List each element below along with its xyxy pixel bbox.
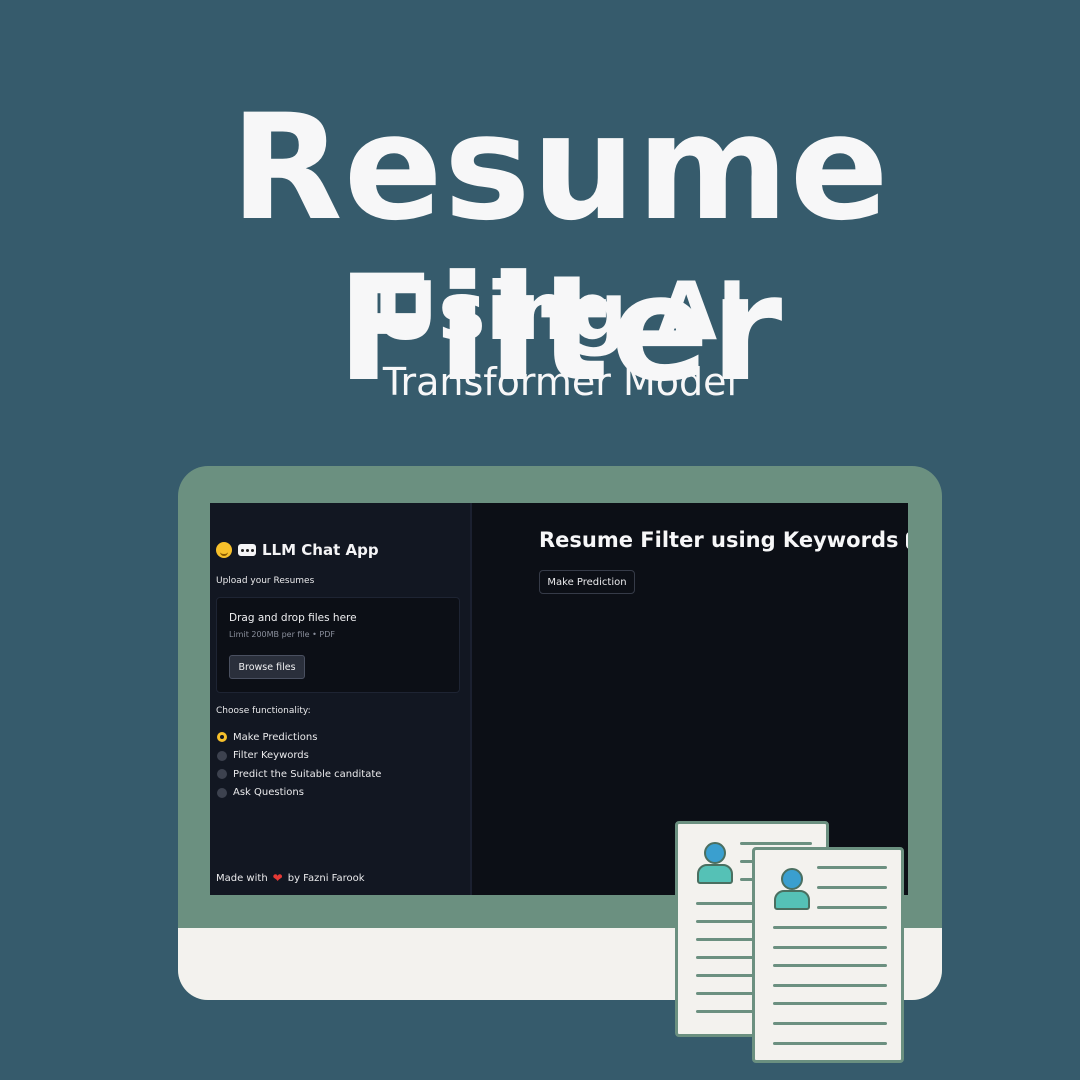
radio-selected-icon[interactable] [217,732,227,743]
functionality-label: Choose functionality: [216,706,311,716]
main-title-text: Resume Filter using Keywords [539,528,899,552]
browse-files-button[interactable]: Browse files [229,655,305,679]
radio-unselected-icon[interactable] [217,750,227,761]
footer-credit: Made with ❤ by Fazni Farook [216,871,365,885]
radio-label: Make Predictions [233,731,318,743]
file-dropzone[interactable]: Drag and drop files here Limit 200MB per… [216,597,460,693]
radio-unselected-icon[interactable] [217,769,227,780]
hugging-face-emoji-icon [216,542,232,558]
radio-option-predict-candidate[interactable]: Predict the Suitable canditate [217,765,381,784]
radio-option-filter-keywords[interactable]: Filter Keywords [217,747,381,766]
speech-bubble-icon [906,531,908,549]
radio-unselected-icon[interactable] [217,787,227,798]
make-prediction-button[interactable]: Make Prediction [539,570,635,594]
footer-made-with: Made with [216,872,268,884]
radio-label: Predict the Suitable canditate [233,768,382,780]
radio-option-make-predictions[interactable]: Make Predictions [217,728,381,747]
upload-label: Upload your Resumes [216,576,315,586]
footer-author: by Fazni Farook [287,872,365,884]
app-title-text: LLM Chat App [262,541,379,559]
speech-bubble-icon [238,544,256,556]
radio-option-ask-questions[interactable]: Ask Questions [217,784,381,803]
hero-tagline: Transformer Model [382,360,738,404]
heart-icon: ❤ [272,871,283,885]
dropzone-limit-text: Limit 200MB per file • PDF [229,630,335,639]
main-title: Resume Filter using Keywords [539,528,908,552]
hero-subtitle: Using AI [373,265,747,358]
dropzone-text: Drag and drop files here [229,612,357,624]
resume-document-icon [752,847,904,1063]
functionality-radio-group: Make Predictions Filter Keywords Predict… [217,728,381,802]
radio-label: Ask Questions [233,787,304,799]
sidebar: LLM Chat App Upload your Resumes Drag an… [210,503,472,895]
radio-label: Filter Keywords [233,750,309,762]
app-title: LLM Chat App [216,541,379,559]
